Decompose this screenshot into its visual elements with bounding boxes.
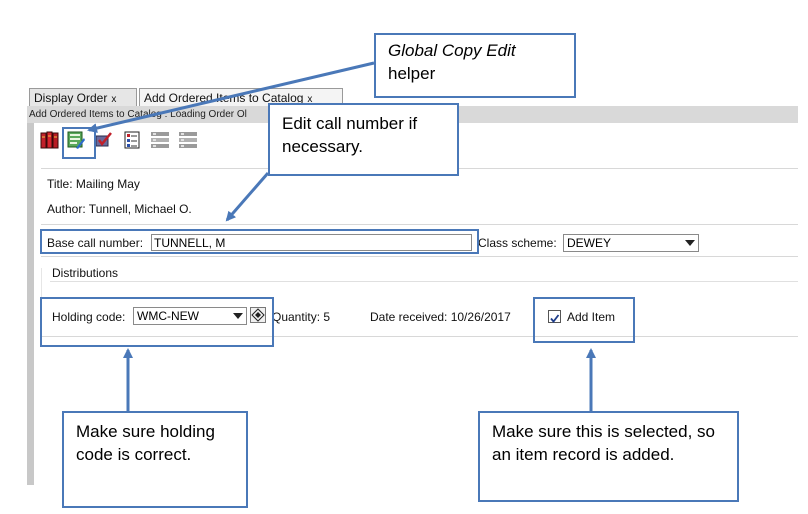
- callout-edit-call-number: Edit call number if necessary.: [268, 103, 459, 176]
- callout-add-item: Make sure this is selected, so an item r…: [478, 411, 739, 502]
- arrow-to-call-number: [225, 172, 270, 222]
- callout-global-copy-edit-helper: helper: [388, 64, 436, 83]
- callout-holding-code: Make sure holding code is correct.: [62, 411, 248, 508]
- callout-global-copy-edit-title: Global Copy Edit: [388, 41, 516, 60]
- callout-global-copy-edit: Global Copy Edit helper: [374, 33, 576, 98]
